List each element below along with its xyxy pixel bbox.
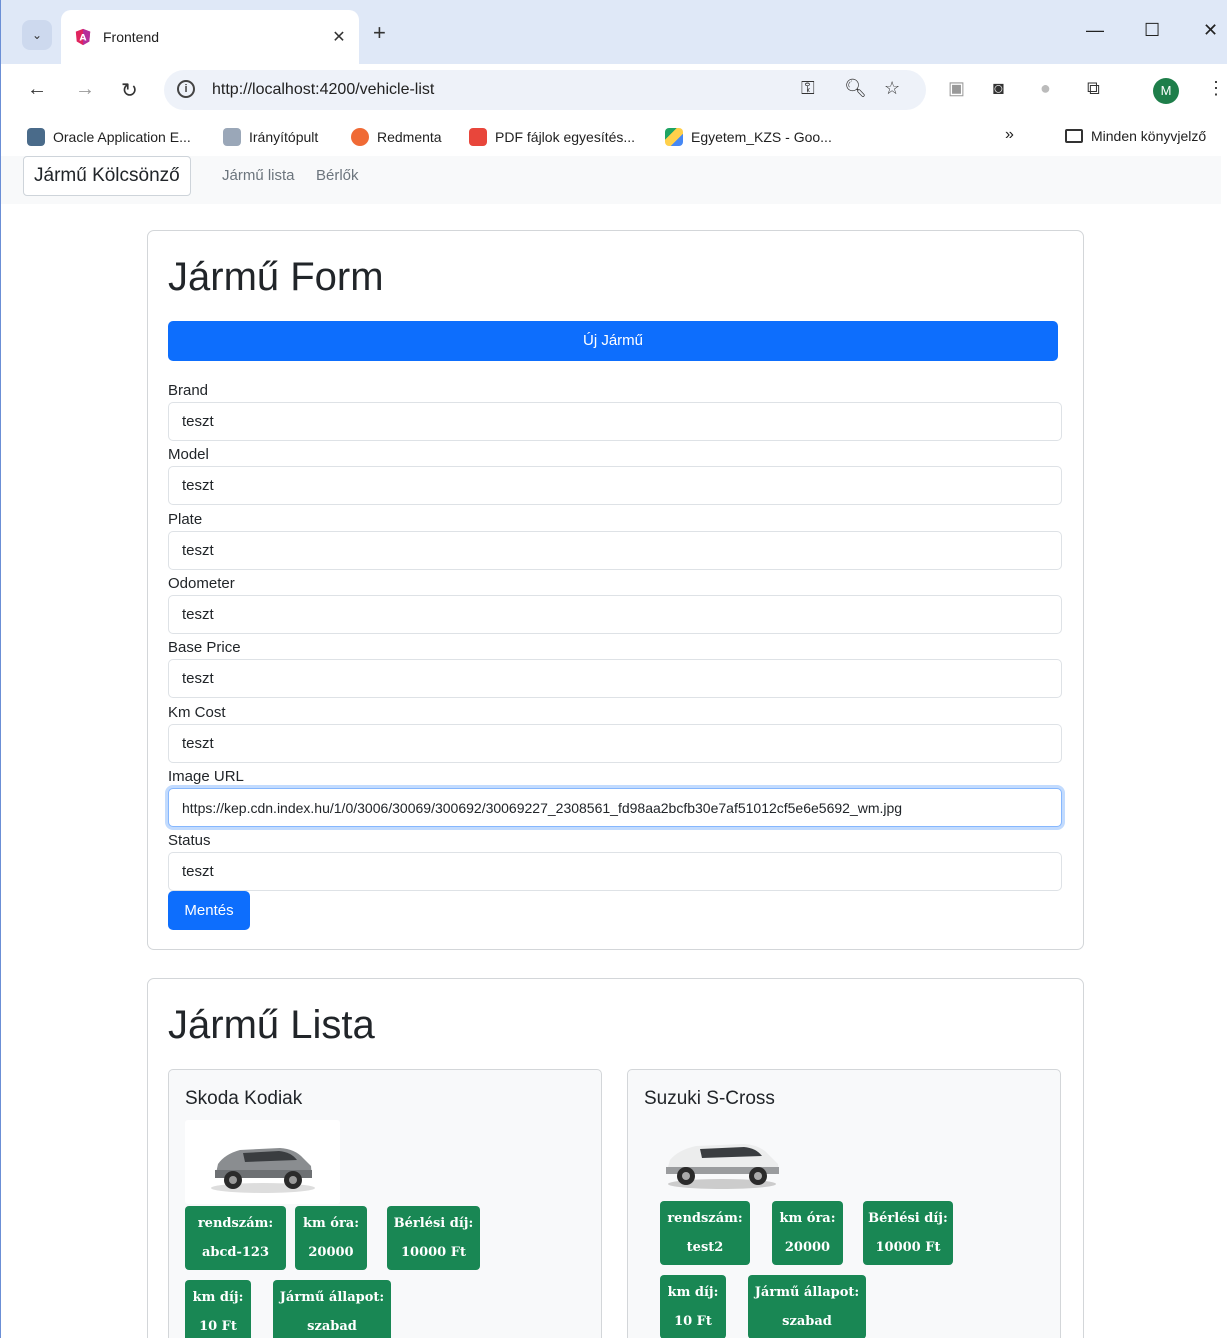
close-window-icon[interactable]: ✕ xyxy=(1203,20,1218,41)
page-viewport: Jármű Kölcsönző Jármű lista Bérlők Jármű… xyxy=(0,156,1227,1338)
plate-input[interactable] xyxy=(168,531,1062,570)
list-title: Jármű Lista xyxy=(168,1003,375,1047)
vehicle-form-card: Jármű Form Új Jármű Brand Model Plate Od… xyxy=(147,230,1084,950)
vehicle-name: Skoda Kodiak xyxy=(185,1088,303,1109)
extension-incognito-icon[interactable]: ◙ xyxy=(993,78,1004,99)
dashboard-icon xyxy=(223,128,241,146)
tab-title: Frontend xyxy=(103,29,160,45)
badge-odometer: km óra: 20000 xyxy=(772,1201,843,1265)
form-title: Jármű Form xyxy=(168,255,384,299)
image-url-input[interactable] xyxy=(168,788,1062,827)
badge-vehicle-status: Jármű állapot: szabad xyxy=(748,1275,866,1338)
back-arrow-icon[interactable]: ← xyxy=(27,78,47,101)
save-button[interactable]: Mentés xyxy=(168,891,250,930)
nav-link-berlok[interactable]: Bérlők xyxy=(316,167,359,184)
vehicle-card: Skoda Kodiak rendszám: abcd-123 km óra: 20… xyxy=(168,1069,602,1338)
vehicle-name: Suzuki S-Cross xyxy=(644,1088,775,1109)
bookmark-iranyitopult[interactable]: Irányítópult xyxy=(223,128,318,146)
model-input[interactable] xyxy=(168,466,1062,505)
base-price-input[interactable] xyxy=(168,659,1062,698)
pdf-icon xyxy=(469,128,487,146)
bookmark-pdf[interactable]: PDF fájlok egyesítés... xyxy=(469,128,635,146)
status-input[interactable] xyxy=(168,852,1062,891)
base-price-label: Base Price xyxy=(168,639,241,656)
app-navbar: Jármű Kölcsönző Jármű lista Bérlők xyxy=(1,156,1221,204)
folder-icon xyxy=(1065,129,1083,143)
redmenta-icon xyxy=(351,128,369,146)
bookmark-oracle[interactable]: Oracle Application E... xyxy=(27,128,191,146)
extension-circle-icon[interactable]: ● xyxy=(1040,78,1051,99)
tab-search-chevron-icon[interactable]: ⌄ xyxy=(22,20,52,50)
image-url-label: Image URL xyxy=(168,768,244,785)
odometer-input[interactable] xyxy=(168,595,1062,634)
model-label: Model xyxy=(168,446,209,463)
tab-close-icon[interactable]: ✕ xyxy=(327,27,351,47)
bookmarks-bar: Oracle Application E... Irányítópult Red… xyxy=(0,116,1227,156)
badge-rental-fee: Bérlési díj: 10000 Ft xyxy=(387,1206,480,1270)
new-vehicle-button[interactable]: Új Jármű xyxy=(168,321,1058,361)
km-cost-input[interactable] xyxy=(168,724,1062,763)
vehicle-image xyxy=(185,1120,340,1204)
new-tab-plus-icon[interactable]: + xyxy=(373,20,386,46)
badge-vehicle-status: Jármű állapot: szabad xyxy=(273,1280,391,1338)
badge-odometer: km óra: 20000 xyxy=(295,1206,367,1270)
km-cost-label: Km Cost xyxy=(168,704,226,721)
plate-label: Plate xyxy=(168,511,203,528)
brand-label: Brand xyxy=(168,382,209,399)
minimize-icon[interactable]: — xyxy=(1086,20,1104,41)
maximize-icon[interactable]: ☐ xyxy=(1144,20,1160,41)
bookmark-redmenta[interactable]: Redmenta xyxy=(351,128,442,146)
google-drive-icon xyxy=(665,128,683,146)
vehicle-card: Suzuki S-Cross rendszám: test2 km óra: 200… xyxy=(627,1069,1061,1338)
badge-plate: rendszám: abcd-123 xyxy=(185,1206,286,1270)
profile-avatar[interactable]: M xyxy=(1153,78,1179,104)
browser-tab-strip: ⌄ A Frontend ✕ + — ☐ ✕ xyxy=(0,0,1227,64)
browser-tab-frontend[interactable]: A Frontend ✕ xyxy=(61,10,359,64)
bookmark-star-icon[interactable]: ☆ xyxy=(884,78,900,99)
zoom-icon[interactable]: 🔍︎ xyxy=(844,78,867,99)
nav-link-jarmu-lista[interactable]: Jármű lista xyxy=(222,167,295,184)
extension-translate-icon[interactable]: ▣ xyxy=(948,78,965,99)
badge-km-fee: km díj: 10 Ft xyxy=(185,1280,251,1338)
angular-logo-icon: A xyxy=(73,27,93,47)
bookmark-google-drive[interactable]: Egyetem_KZS - Goo... xyxy=(665,128,832,146)
site-info-icon[interactable]: i xyxy=(177,80,195,98)
badge-km-fee: km díj: 10 Ft xyxy=(660,1275,726,1338)
odometer-label: Odometer xyxy=(168,575,235,592)
reload-icon[interactable]: ↻ xyxy=(121,78,138,103)
browser-menu-icon[interactable]: ⋮ xyxy=(1207,78,1225,99)
bookmark-all-folder[interactable]: Minden könyvjelző xyxy=(1065,128,1206,144)
address-url[interactable]: http://localhost:4200/vehicle-list xyxy=(212,81,434,99)
address-bar[interactable]: i http://localhost:4200/vehicle-list ⚿ 🔍… xyxy=(164,70,926,110)
svg-text:A: A xyxy=(80,34,87,44)
status-label: Status xyxy=(168,832,211,849)
password-key-icon[interactable]: ⚿ xyxy=(801,78,815,99)
extensions-puzzle-icon[interactable]: ⧉ xyxy=(1087,78,1100,99)
vehicle-list-card: Jármű Lista Skoda Kodiak rendszám: abcd-1… xyxy=(147,978,1084,1338)
forward-arrow-icon[interactable]: → xyxy=(75,78,95,101)
bookmarks-overflow-chevron[interactable]: » xyxy=(1005,126,1014,144)
oracle-icon xyxy=(27,128,45,146)
vehicle-image xyxy=(644,1120,799,1204)
badge-plate: rendszám: test2 xyxy=(660,1201,750,1265)
brand-input[interactable] xyxy=(168,402,1062,441)
navbar-brand[interactable]: Jármű Kölcsönző xyxy=(23,156,191,196)
badge-rental-fee: Bérlési díj: 10000 Ft xyxy=(863,1201,953,1265)
